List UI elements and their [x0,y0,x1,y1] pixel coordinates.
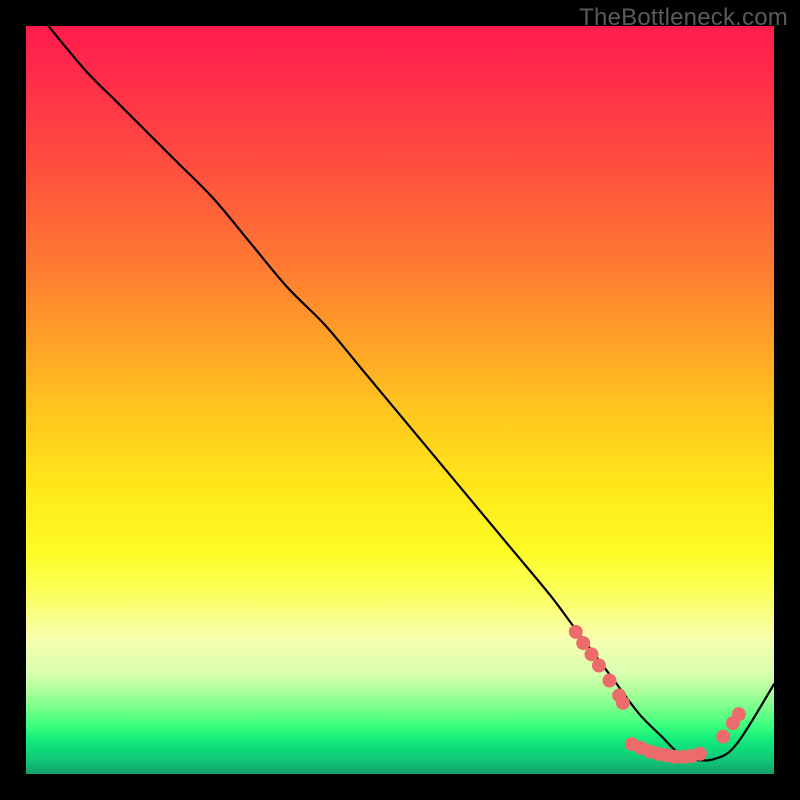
curve-layer [26,26,774,774]
watermark-text: TheBottleneck.com [579,4,788,32]
highlight-dot [576,636,590,650]
bottleneck-curve [48,26,774,760]
chart-frame: TheBottleneck.com [0,0,800,800]
plot-area [26,26,774,774]
highlight-dots [569,625,746,764]
highlight-dot [602,674,616,688]
highlight-dot [716,730,730,744]
highlight-dot [592,659,606,673]
highlight-dot [732,707,746,721]
highlight-dot [616,696,630,710]
highlight-dot [693,747,707,761]
